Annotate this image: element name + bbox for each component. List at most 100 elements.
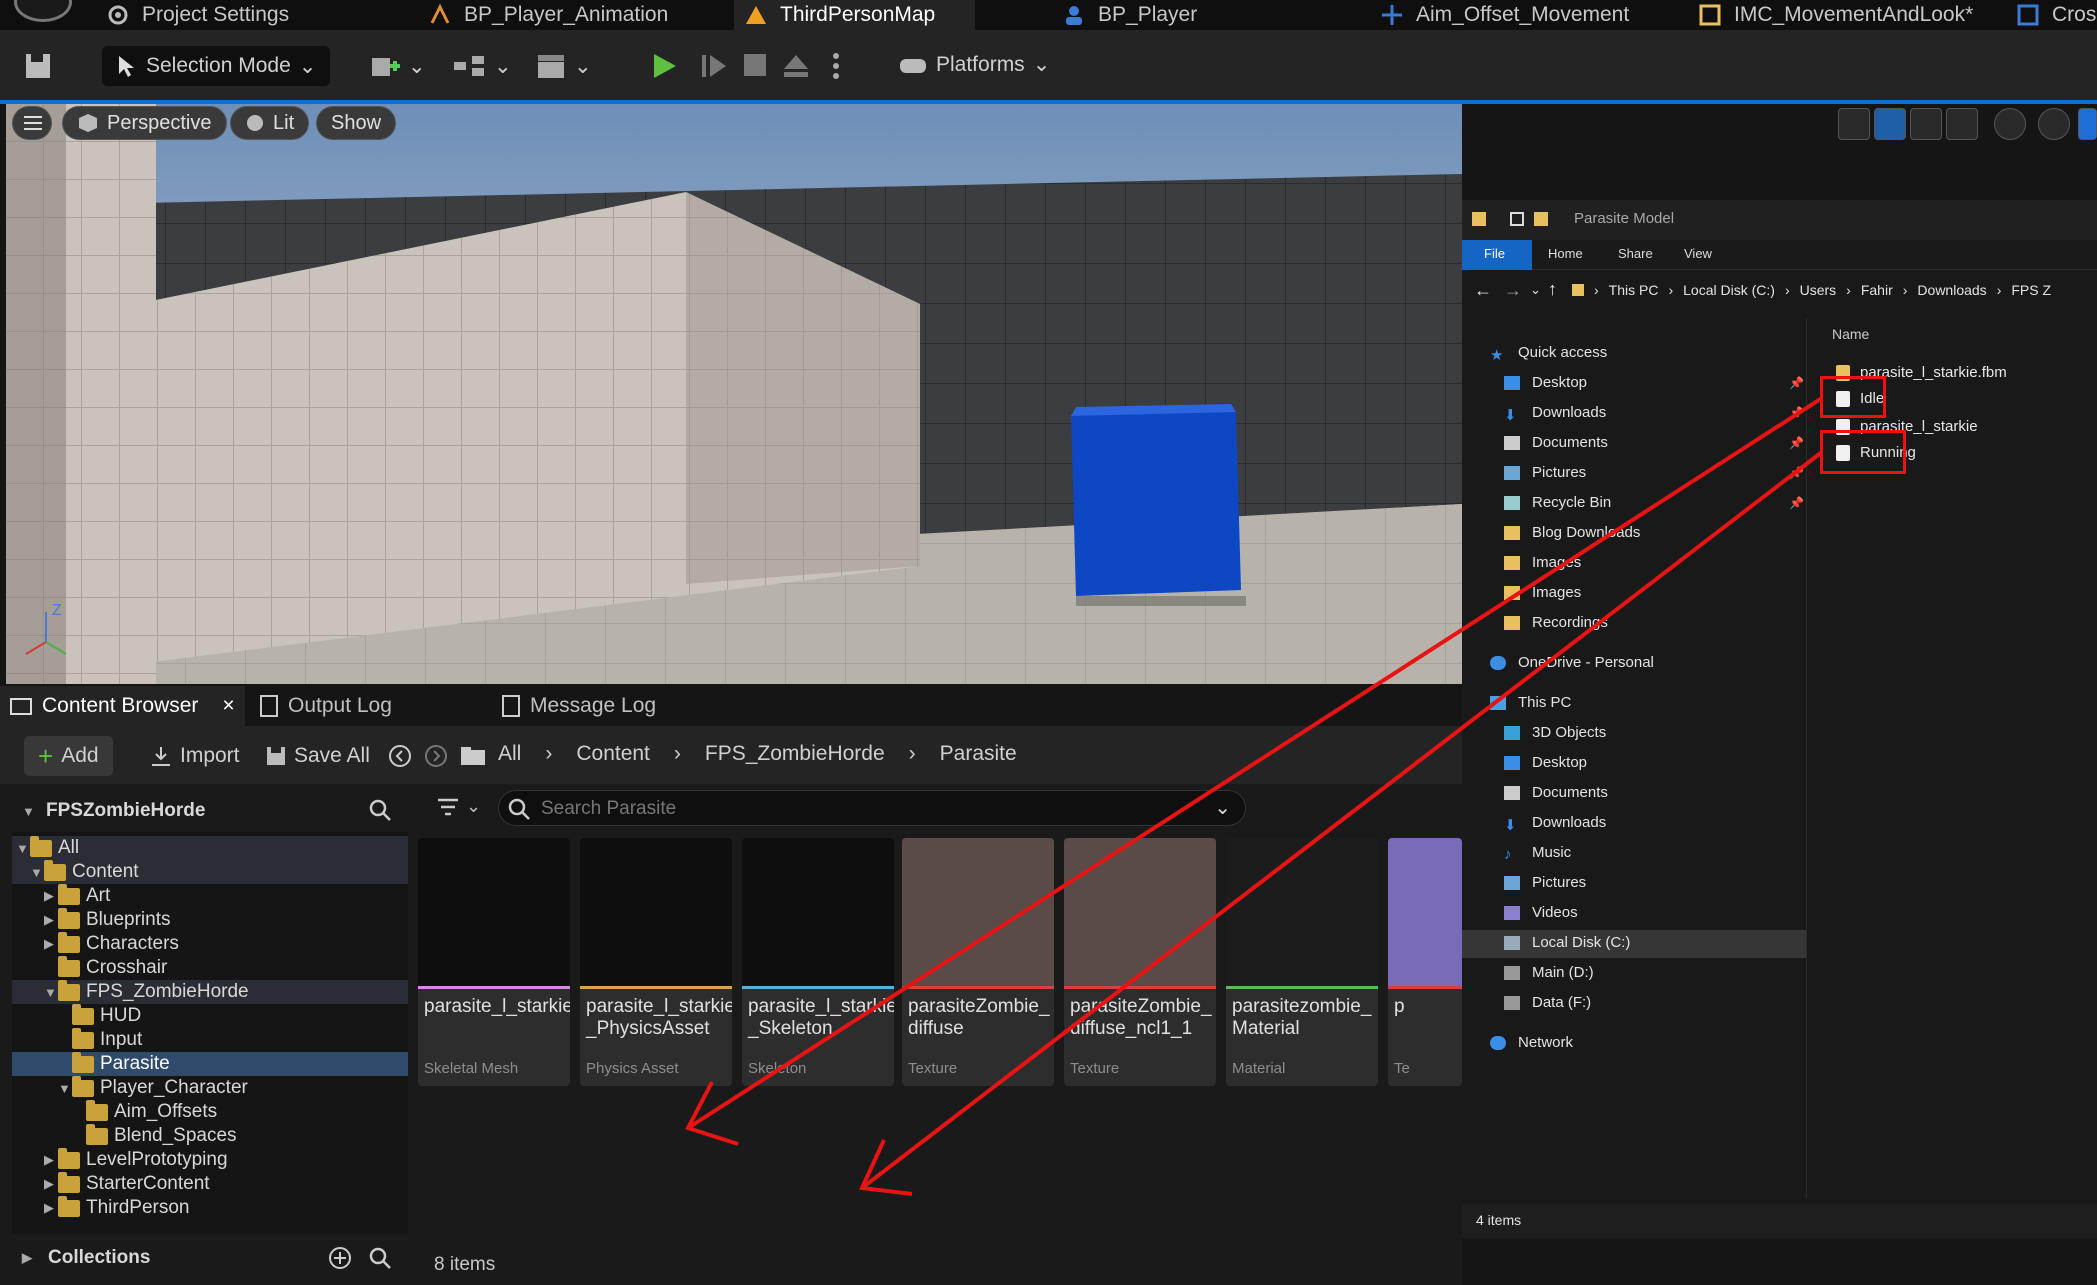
tree-folder-blend-spaces[interactable]: Blend_Spaces <box>12 1123 408 1148</box>
perspective-button[interactable]: Perspective <box>62 106 227 140</box>
asset-tile[interactable]: parasite_l_starkie Skeletal Mesh <box>418 838 570 1086</box>
nav-pc-desktop[interactable]: Desktop <box>1504 754 1587 771</box>
forward-arrow-icon[interactable]: → <box>1504 280 1522 301</box>
nav-pictures[interactable]: Pictures 📌 <box>1504 464 1804 481</box>
stop-button[interactable] <box>742 52 768 78</box>
caret-down-icon[interactable]: ▼ <box>44 985 58 1000</box>
nav-onedrive[interactable]: OneDrive - Personal <box>1490 654 1654 671</box>
search-icon[interactable] <box>368 1246 392 1270</box>
add-collection-icon[interactable] <box>328 1246 352 1270</box>
nav-local-disk-c[interactable]: Local Disk (C:) <box>1504 934 1630 951</box>
collections-header[interactable]: ▶ Collections <box>12 1238 408 1278</box>
pin-icon[interactable]: 📌 <box>1789 436 1804 450</box>
nav-images-2[interactable]: Images <box>1504 584 1581 601</box>
tree-folder-input[interactable]: Input <box>12 1027 408 1052</box>
close-icon[interactable]: × <box>222 694 234 718</box>
crumb-parasite[interactable]: Parasite <box>940 742 1017 766</box>
nav-downloads[interactable]: ⬇ Downloads 📌 <box>1504 404 1804 424</box>
lit-button[interactable]: Lit <box>230 106 310 140</box>
tree-folder-art[interactable]: ▶ Art <box>12 883 408 908</box>
nav-documents[interactable]: Documents 📌 <box>1504 434 1804 451</box>
scale-tool-icon[interactable] <box>1946 108 1978 140</box>
unreal-logo[interactable] <box>14 0 72 22</box>
tree-folder-characters[interactable]: ▶ Characters <box>12 931 408 956</box>
asset-tile[interactable]: parasite_l_starkie _PhysicsAsset Physics … <box>580 838 732 1086</box>
pin-icon[interactable]: 📌 <box>1789 376 1804 390</box>
advance-frame-button[interactable] <box>700 52 728 80</box>
filter-button[interactable]: ⌄ <box>436 796 481 817</box>
tab-cros[interactable]: Cros <box>2016 0 2096 30</box>
nav-desktop[interactable]: Desktop 📌 <box>1504 374 1804 391</box>
pin-icon[interactable]: 📌 <box>1789 466 1804 480</box>
pin-icon[interactable]: 📌 <box>1789 406 1804 420</box>
column-header-name[interactable]: Name <box>1832 326 1869 342</box>
ribbon-tab-home[interactable]: Home <box>1548 246 1583 261</box>
more-options-button[interactable] <box>832 52 840 80</box>
asset-search-input[interactable]: Search Parasite ⌄ <box>498 790 1246 826</box>
caret-right-icon[interactable]: ▶ <box>44 1176 58 1192</box>
tree-folder-fps-zombiehorde[interactable]: ▼ FPS_ZombieHorde <box>12 979 408 1004</box>
tab-project-settings[interactable]: Project Settings <box>106 0 289 30</box>
history-forward-icon[interactable] <box>424 744 448 768</box>
save-icon[interactable] <box>24 52 52 80</box>
back-arrow-icon[interactable]: ← <box>1474 280 1492 301</box>
add-button[interactable]: + Add <box>24 736 113 776</box>
nav-images[interactable]: Images <box>1504 554 1581 571</box>
caret-right-icon[interactable]: ▶ <box>44 1200 58 1216</box>
ribbon-tab-share[interactable]: Share <box>1618 246 1653 261</box>
tree-folder-thirdperson[interactable]: ▶ ThirdPerson <box>12 1195 408 1220</box>
tab-bp-player[interactable]: BP_Player <box>1062 0 1197 30</box>
crumb-users[interactable]: Users <box>1800 282 1837 298</box>
nav-this-pc[interactable]: This PC <box>1490 694 1571 711</box>
nav-videos[interactable]: Videos <box>1504 904 1578 921</box>
crumb-downloads[interactable]: Downloads <box>1917 282 1986 298</box>
tab-imc-movement-and-look[interactable]: IMC_MovementAndLook* <box>1698 0 1973 30</box>
tree-folder-startercontent[interactable]: ▶ StarterContent <box>12 1171 408 1196</box>
save-all-button[interactable]: Save All <box>266 744 370 768</box>
platforms-dropdown[interactable]: Platforms ⌄ <box>898 52 1050 77</box>
path-breadcrumb[interactable]: All › Content › FPS_ZombieHorde › Parasite <box>498 742 1017 766</box>
tree-folder-aim-offsets[interactable]: Aim_Offsets <box>12 1099 408 1124</box>
caret-down-icon[interactable]: ▼ <box>16 841 30 856</box>
add-actor-button[interactable]: ⌄ <box>370 52 426 80</box>
grid-snap-icon[interactable] <box>2078 108 2097 140</box>
translate-tool-icon[interactable] <box>1874 108 1906 140</box>
rotate-tool-icon[interactable] <box>1910 108 1942 140</box>
surface-snapping-icon[interactable] <box>2038 108 2070 140</box>
tab-output-log[interactable]: Output Log <box>250 686 402 726</box>
select-tool-icon[interactable] <box>1838 108 1870 140</box>
breadcrumb[interactable]: › This PC › Local Disk (C:) › Users › Fahir … <box>1594 282 2051 298</box>
up-arrow-icon[interactable]: ↑ <box>1548 279 1557 300</box>
world-space-icon[interactable] <box>1994 108 2026 140</box>
nav-main-d[interactable]: Main (D:) <box>1504 964 1594 981</box>
tab-content-browser[interactable]: Content Browser × <box>0 686 245 726</box>
nav-3d-objects[interactable]: 3D Objects <box>1504 724 1606 741</box>
caret-right-icon[interactable]: ▶ <box>44 888 58 904</box>
asset-tile[interactable]: parasiteZombie_ diffuse Texture <box>902 838 1054 1086</box>
nav-quick-access[interactable]: ★ Quick access <box>1490 344 1607 364</box>
level-viewport[interactable]: Z <box>6 104 1462 684</box>
caret-down-icon[interactable]: ▼ <box>30 865 44 880</box>
explorer-address-bar[interactable]: ← → ⌄ ↑ › This PC › Local Disk (C:) › Users… <box>1462 270 2097 312</box>
tree-folder-all[interactable]: ▼ All <box>12 835 408 860</box>
properties-icon[interactable] <box>1510 212 1524 226</box>
nav-recordings[interactable]: Recordings <box>1504 614 1608 631</box>
ribbon-tab-file[interactable]: File <box>1484 246 1505 261</box>
tree-root-header[interactable]: ▼ FPSZombieHorde <box>12 794 408 828</box>
crumb-fahir[interactable]: Fahir <box>1861 282 1893 298</box>
caret-right-icon[interactable]: ▶ <box>44 1152 58 1168</box>
tree-folder-parasite[interactable]: Parasite <box>12 1051 408 1076</box>
selection-mode-dropdown[interactable]: Selection Mode ⌄ <box>102 46 331 86</box>
tree-folder-levelprototyping[interactable]: ▶ LevelPrototyping <box>12 1147 408 1172</box>
tab-bp-player-animation[interactable]: BP_Player_Animation <box>428 0 668 30</box>
asset-tile[interactable]: parasite_l_starkie _Skeleton Skeleton <box>742 838 894 1086</box>
ribbon-tab-view[interactable]: View <box>1684 246 1712 261</box>
crumb-fps-zombiehorde[interactable]: FPS_ZombieHorde <box>705 742 885 766</box>
caret-right-icon[interactable]: ▶ <box>44 936 58 952</box>
search-icon[interactable] <box>368 798 392 822</box>
crumb-fps[interactable]: FPS Z <box>2011 282 2051 298</box>
tree-folder-hud[interactable]: HUD <box>12 1003 408 1028</box>
crumb-this-pc[interactable]: This PC <box>1609 282 1659 298</box>
blueprint-menu-button[interactable]: ⌄ <box>452 52 512 80</box>
tree-folder-blueprints[interactable]: ▶ Blueprints <box>12 907 408 932</box>
